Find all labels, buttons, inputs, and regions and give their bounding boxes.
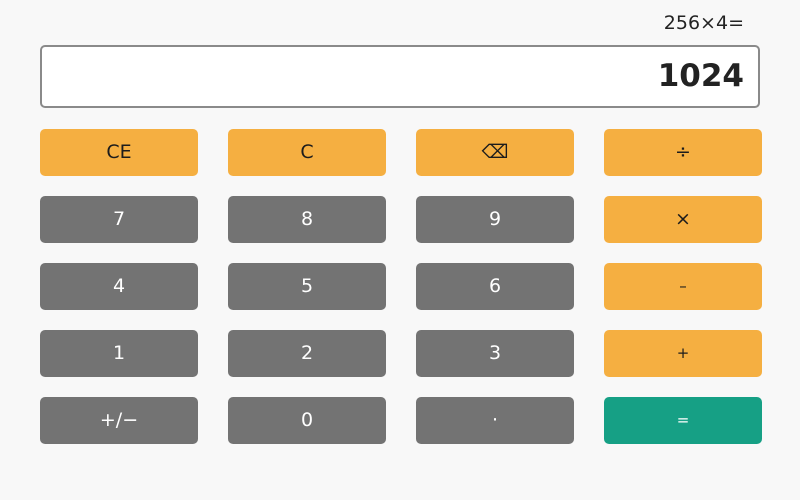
digit-6-button[interactable]: 6 — [416, 263, 574, 310]
digit-4-button[interactable]: 4 — [40, 263, 198, 310]
backspace-button[interactable]: ⌫ — [416, 129, 574, 176]
digit-1-button[interactable]: 1 — [40, 330, 198, 377]
subtract-button[interactable]: – — [604, 263, 762, 310]
keypad: CE C ⌫ ÷ 7 8 9 × 4 5 6 – 1 2 3 + +/− 0 ·… — [40, 129, 762, 444]
result-display: 1024 — [40, 45, 760, 108]
add-button[interactable]: + — [604, 330, 762, 377]
clear-button[interactable]: C — [228, 129, 386, 176]
divide-button[interactable]: ÷ — [604, 129, 762, 176]
equals-button[interactable]: = — [604, 397, 762, 444]
digit-5-button[interactable]: 5 — [228, 263, 386, 310]
digit-8-button[interactable]: 8 — [228, 196, 386, 243]
calculator: 256×4= 1024 CE C ⌫ ÷ 7 8 9 × 4 5 6 – 1 2… — [0, 0, 800, 500]
expression-history: 256×4= — [663, 12, 744, 34]
decimal-button[interactable]: · — [416, 397, 574, 444]
clear-entry-button[interactable]: CE — [40, 129, 198, 176]
digit-3-button[interactable]: 3 — [416, 330, 574, 377]
backspace-icon: ⌫ — [481, 141, 509, 163]
digit-2-button[interactable]: 2 — [228, 330, 386, 377]
result-value: 1024 — [657, 58, 744, 94]
multiply-button[interactable]: × — [604, 196, 762, 243]
digit-9-button[interactable]: 9 — [416, 196, 574, 243]
digit-7-button[interactable]: 7 — [40, 196, 198, 243]
digit-0-button[interactable]: 0 — [228, 397, 386, 444]
negate-button[interactable]: +/− — [40, 397, 198, 444]
